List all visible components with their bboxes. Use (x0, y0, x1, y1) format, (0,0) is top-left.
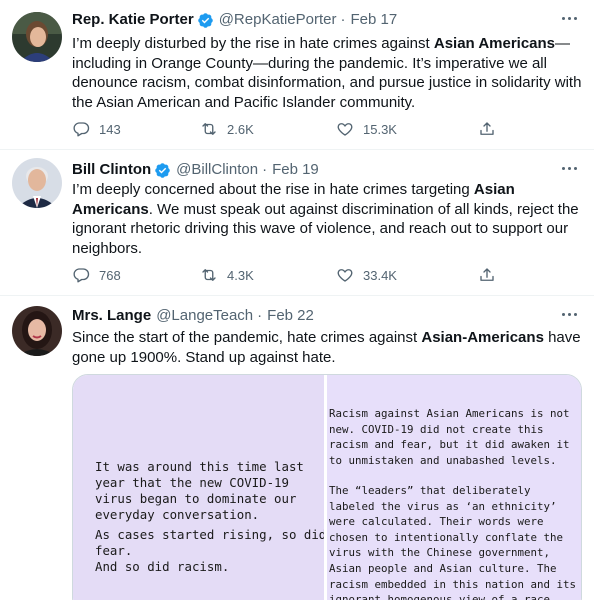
reply-count: 143 (99, 121, 121, 137)
retweet-icon (202, 123, 216, 135)
more-options-icon[interactable] (558, 158, 580, 178)
media-panel-left: It was around this time last year that t… (73, 375, 327, 600)
avatar[interactable] (12, 306, 62, 356)
heart-icon (337, 123, 353, 136)
tweet-date[interactable]: Feb 19 (272, 160, 319, 180)
tweet-media-image[interactable]: It was around this time last year that t… (72, 374, 582, 600)
display-name[interactable]: Mrs. Lange (72, 306, 151, 326)
retweet-button[interactable]: 2.6K (200, 119, 254, 139)
like-count: 33.4K (363, 267, 397, 283)
display-name[interactable]: Bill Clinton (72, 160, 151, 180)
separator: · (257, 307, 263, 324)
share-icon (480, 122, 494, 135)
tweet-date[interactable]: Feb 17 (350, 10, 397, 30)
tweet-text: Since the start of the pandemic, hate cr… (72, 329, 581, 366)
display-name[interactable]: Rep. Katie Porter (72, 10, 194, 30)
hashtag-bold-text: Asian-Americans (421, 329, 544, 346)
share-button[interactable] (478, 119, 496, 139)
media-text: It was around this time last year that t… (95, 459, 304, 522)
media-text: Racism against Asian Americans is not ne… (329, 407, 570, 467)
tweet-header: Bill Clinton @BillClinton · Feb 19 (72, 160, 319, 180)
more-options-icon[interactable] (558, 304, 580, 324)
tweet[interactable]: Bill Clinton @BillClinton · Feb 19 I’m d… (0, 150, 594, 296)
avatar[interactable] (12, 12, 62, 62)
media-text: And so did racism. (95, 559, 230, 574)
like-button[interactable]: 15.3K (336, 119, 397, 139)
tweet-text: I’m deeply disturbed by the rise in hate… (72, 35, 582, 111)
reply-icon (73, 268, 90, 283)
share-button[interactable] (478, 265, 496, 285)
like-count: 15.3K (363, 121, 397, 137)
verified-badge-icon (154, 162, 171, 179)
tweet-actions: 768 4.3K 33.4K (72, 265, 502, 285)
avatar[interactable] (12, 158, 62, 208)
reply-count: 768 (99, 267, 121, 283)
tweet-header: Mrs. Lange @LangeTeach · Feb 22 (72, 306, 314, 326)
retweet-icon (202, 269, 216, 281)
reply-button[interactable]: 768 (72, 265, 121, 285)
tweet[interactable]: Mrs. Lange @LangeTeach · Feb 22 Since th… (0, 296, 594, 600)
user-handle[interactable]: @LangeTeach (156, 306, 253, 326)
hashtag-bold-text: Asian Americans (433, 35, 556, 52)
tweet-text: I’m deeply concerned about the rise in h… (72, 181, 579, 257)
tweet-actions: 143 2.6K 15.3K (72, 119, 502, 139)
retweet-button[interactable]: 4.3K (200, 265, 254, 285)
user-handle[interactable]: @BillClinton (176, 160, 258, 180)
reply-button[interactable]: 143 (72, 119, 121, 139)
heart-icon (337, 269, 353, 282)
media-text: The “leaders” that deliberately labeled … (329, 484, 577, 600)
user-handle[interactable]: @RepKatiePorter (219, 10, 337, 30)
retweet-count: 2.6K (227, 121, 254, 137)
separator: · (340, 11, 346, 28)
tweet[interactable]: Rep. Katie Porter @RepKatiePorter · Feb … (0, 0, 594, 150)
tweet-date[interactable]: Feb 22 (267, 306, 314, 326)
tweet-header: Rep. Katie Porter @RepKatiePorter · Feb … (72, 10, 397, 30)
retweet-count: 4.3K (227, 267, 254, 283)
media-text: As cases started rising, so did fear. (95, 527, 327, 558)
separator: · (262, 161, 268, 178)
media-panel-right: Racism against Asian Americans is not ne… (327, 375, 581, 600)
more-options-icon[interactable] (558, 8, 580, 28)
reply-icon (73, 122, 90, 137)
verified-badge-icon (197, 12, 214, 29)
like-button[interactable]: 33.4K (336, 265, 397, 285)
share-icon (480, 268, 494, 281)
